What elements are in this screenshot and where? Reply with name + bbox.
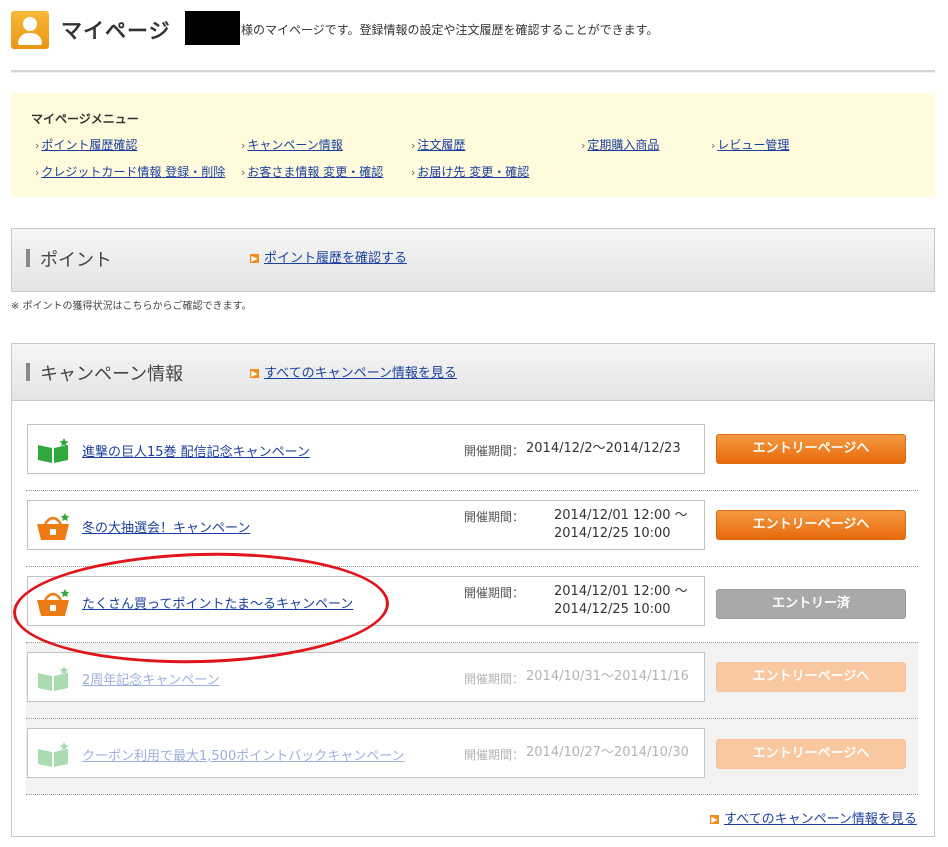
period-start: 2014/12/01 12:00 〜 <box>554 508 688 523</box>
row-divider <box>26 490 918 491</box>
chevron-right-icon: › <box>711 139 716 152</box>
campaign-row: たくさん買ってポイントたま〜るキャンペーン 開催期間： 2014/12/01 1… <box>27 576 705 626</box>
campaign-section: キャンペーン情報 ▶ すべてのキャンペーン情報を見る 進撃の巨人15巻 配信記念キ… <box>11 343 935 837</box>
row-divider <box>26 794 918 795</box>
chevron-right-icon: › <box>241 139 246 152</box>
redacted-user-name <box>185 11 240 45</box>
menu-item-review[interactable]: › レビュー管理 <box>711 136 789 153</box>
period-label: 開催期間： <box>464 510 525 524</box>
point-note: ※ ポイントの獲得状況はこちらからご確認できます。 <box>11 301 252 312</box>
period-label: 開催期間： <box>464 748 525 762</box>
campaign-row: 進撃の巨人15巻 配信記念キャンペーン 開催期間： 2014/12/2〜2014… <box>27 424 705 474</box>
page-title: マイページ <box>61 19 171 43</box>
page-description: 様のマイページです。登録情報の設定や注文履歴を確認することができます。 <box>241 23 659 37</box>
period-value: 2014/12/2〜2014/12/23 <box>526 441 681 456</box>
period-end: 2014/12/25 10:00 <box>554 602 671 617</box>
period-value: 2014/10/31〜2014/11/16 <box>526 669 689 684</box>
entry-page-button[interactable]: エントリーページへ <box>716 434 906 464</box>
chevron-right-icon: › <box>241 166 246 179</box>
campaign-name-link[interactable]: 冬の大抽選会！キャンペーン <box>82 517 250 536</box>
arrow-right-icon: ▶ <box>250 254 259 263</box>
campaign-row: 2周年記念キャンペーン 開催期間： 2014/10/31〜2014/11/16 <box>27 652 705 702</box>
book-icon <box>38 742 69 767</box>
campaign-name-link[interactable]: たくさん買ってポイントたま〜るキャンペーン <box>82 593 353 612</box>
chevron-right-icon: › <box>35 166 40 179</box>
period-value: 2014/10/27〜2014/10/30 <box>526 745 689 760</box>
campaign-row: 冬の大抽選会！キャンペーン 開催期間： 2014/12/01 12:00 〜 2… <box>27 500 705 550</box>
arrow-right-icon: ▶ <box>250 369 259 378</box>
entry-page-button[interactable]: エントリーページへ <box>716 510 906 540</box>
menu-item-campaign[interactable]: › キャンペーン情報 <box>241 136 343 153</box>
all-campaigns-bottom-link[interactable]: ▶ すべてのキャンペーン情報を見る <box>710 808 917 827</box>
row-divider <box>26 642 918 643</box>
period-label: 開催期間： <box>464 444 525 458</box>
campaign-header: キャンペーン情報 ▶ すべてのキャンペーン情報を見る <box>12 344 934 401</box>
section-bar <box>26 249 30 267</box>
entry-page-button-disabled: エントリーページへ <box>716 739 906 769</box>
campaign-row: クーポン利用で最大1,500ポイントバックキャンペーン 開催期間： 2014/1… <box>27 728 705 778</box>
menu-item-subscription[interactable]: › 定期購入商品 <box>581 136 659 153</box>
page-header: マイページ 様のマイページです。登録情報の設定や注文履歴を確認することができます… <box>11 11 936 51</box>
campaign-name-link[interactable]: クーポン利用で最大1,500ポイントバックキャンペーン <box>82 745 405 764</box>
menu-item-credit-card[interactable]: › クレジットカード情報 登録・削除 <box>35 163 225 180</box>
section-bar <box>26 363 30 381</box>
menu-title: マイページメニュー <box>31 112 139 126</box>
point-history-link[interactable]: ▶ ポイント履歴を確認する <box>250 247 407 266</box>
menu-item-delivery-address[interactable]: › お届け先 変更・確認 <box>411 163 529 180</box>
header-divider <box>11 70 935 73</box>
period-end: 2014/12/25 10:00 <box>554 526 671 541</box>
menu-item-point-history[interactable]: › ポイント履歴確認 <box>35 136 137 153</box>
book-icon <box>38 438 69 463</box>
period-label: 開催期間： <box>464 586 525 600</box>
chevron-right-icon: › <box>411 139 416 152</box>
menu-item-order-history[interactable]: › 注文履歴 <box>411 136 465 153</box>
point-section: ポイント ▶ ポイント履歴を確認する <box>11 228 935 292</box>
campaign-name-link[interactable]: 2周年記念キャンペーン <box>82 669 220 688</box>
menu-item-customer-info[interactable]: › お客さま情報 変更・確認 <box>241 163 383 180</box>
row-divider <box>26 718 918 719</box>
book-icon <box>38 666 69 691</box>
campaign-name-link[interactable]: 進撃の巨人15巻 配信記念キャンペーン <box>82 441 310 460</box>
period-start: 2014/12/01 12:00 〜 <box>554 584 688 599</box>
chevron-right-icon: › <box>581 139 586 152</box>
row-divider <box>26 566 918 567</box>
basket-icon <box>37 513 70 540</box>
chevron-right-icon: › <box>411 166 416 179</box>
entered-button: エントリー済 <box>716 589 906 619</box>
chevron-right-icon: › <box>35 139 40 152</box>
entry-page-button-disabled: エントリーページへ <box>716 662 906 692</box>
arrow-right-icon: ▶ <box>710 815 719 824</box>
all-campaigns-link[interactable]: ▶ すべてのキャンペーン情報を見る <box>250 362 457 381</box>
mypage-menu: マイページメニュー › ポイント履歴確認 › キャンペーン情報 › 注文履歴 › 定期購… <box>11 93 935 197</box>
point-title: ポイント <box>40 250 112 271</box>
period-label: 開催期間： <box>464 672 525 686</box>
basket-icon <box>37 589 70 616</box>
user-icon <box>11 11 49 49</box>
campaign-title: キャンペーン情報 <box>40 364 184 385</box>
